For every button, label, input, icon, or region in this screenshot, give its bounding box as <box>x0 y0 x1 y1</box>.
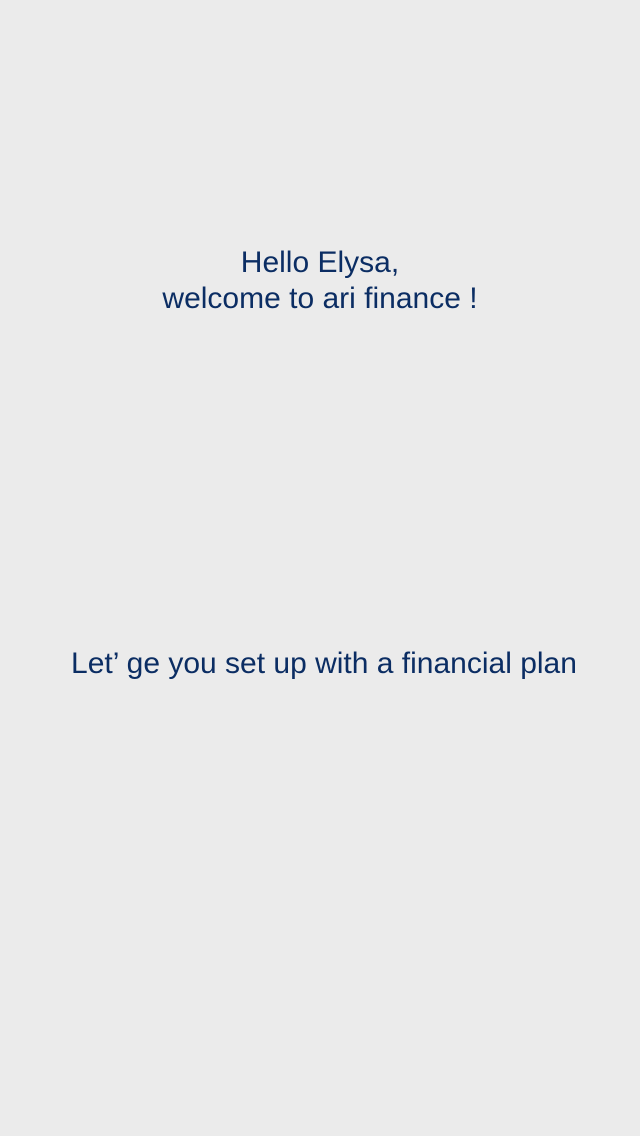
welcome-screen: Hello Elysa, welcome to ari finance ! Le… <box>0 0 640 1136</box>
financial-plan-setup-message: Let’ ge you set up with a financial plan <box>71 647 577 680</box>
welcome-greeting: Hello Elysa, welcome to ari finance ! <box>0 245 640 317</box>
welcome-app-line: welcome to ari finance ! <box>162 282 478 315</box>
greeting-name-line: Hello Elysa, <box>240 246 400 279</box>
